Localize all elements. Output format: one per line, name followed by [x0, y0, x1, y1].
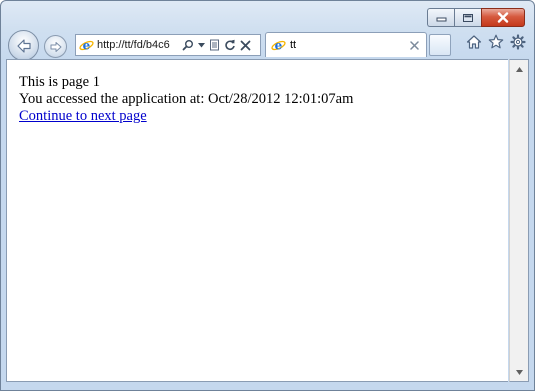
stop-button[interactable] [240, 40, 251, 51]
back-button[interactable] [8, 30, 39, 61]
dropdown-icon [198, 42, 205, 47]
tab-title: tt [290, 39, 297, 51]
document-body: This is page 1 You accessed the applicat… [7, 60, 508, 125]
page-content: This is page 1 You accessed the applicat… [6, 59, 508, 382]
address-dropdown-button[interactable] [198, 42, 205, 48]
ie-logo-icon: e [271, 38, 286, 52]
compatibility-view-button[interactable] [209, 39, 220, 51]
address-url[interactable]: http://tt/fd/b4c6 [97, 39, 179, 51]
close-button[interactable] [481, 8, 525, 27]
scroll-up-button[interactable] [510, 62, 528, 76]
favorites-button[interactable] [488, 34, 504, 50]
tab-close-icon [410, 40, 419, 50]
minimize-button[interactable] [427, 8, 454, 27]
command-icons [460, 34, 526, 50]
tab-tt[interactable]: e tt [265, 32, 427, 57]
refresh-icon [225, 39, 235, 50]
address-tools [182, 39, 255, 51]
tools-gear-icon [510, 34, 526, 50]
ie-logo-icon: e [79, 38, 94, 52]
new-tab-button[interactable] [429, 34, 451, 56]
maximize-icon [463, 13, 473, 22]
search-icon [182, 40, 193, 51]
vertical-scrollbar[interactable] [509, 59, 529, 382]
forward-button[interactable] [44, 35, 67, 58]
tools-button[interactable] [510, 34, 526, 50]
forward-arrow-icon [50, 41, 61, 52]
home-icon [466, 35, 482, 49]
scroll-up-arrow-icon [515, 66, 523, 72]
browser-window: e http://tt/fd/b4c6 e tt This is page 1 … [0, 0, 535, 391]
scroll-down-button[interactable] [510, 365, 528, 379]
compatibility-view-icon [210, 39, 219, 51]
back-arrow-icon [16, 38, 31, 53]
stop-icon [240, 40, 251, 50]
address-bar[interactable]: e http://tt/fd/b4c6 [75, 34, 261, 56]
svg-text:e: e [83, 38, 91, 52]
close-icon [497, 12, 509, 23]
refresh-button[interactable] [224, 39, 236, 51]
tab-close-button[interactable] [410, 40, 419, 50]
maximize-button[interactable] [454, 8, 481, 27]
minimize-icon [436, 17, 446, 21]
window-bottom-frame [6, 382, 529, 387]
home-button[interactable] [466, 34, 482, 50]
navigation-bar: e http://tt/fd/b4c6 e tt [6, 29, 529, 61]
access-time-text: You accessed the application at: Oct/28/… [19, 91, 354, 107]
window-caption-buttons [427, 8, 525, 27]
continue-link[interactable]: Continue to next page [19, 108, 147, 124]
svg-text:e: e [275, 38, 283, 52]
scroll-down-arrow-icon [515, 369, 523, 375]
page-heading-text: This is page 1 [19, 74, 100, 90]
search-button[interactable] [182, 39, 194, 51]
favorites-star-icon [488, 34, 504, 49]
